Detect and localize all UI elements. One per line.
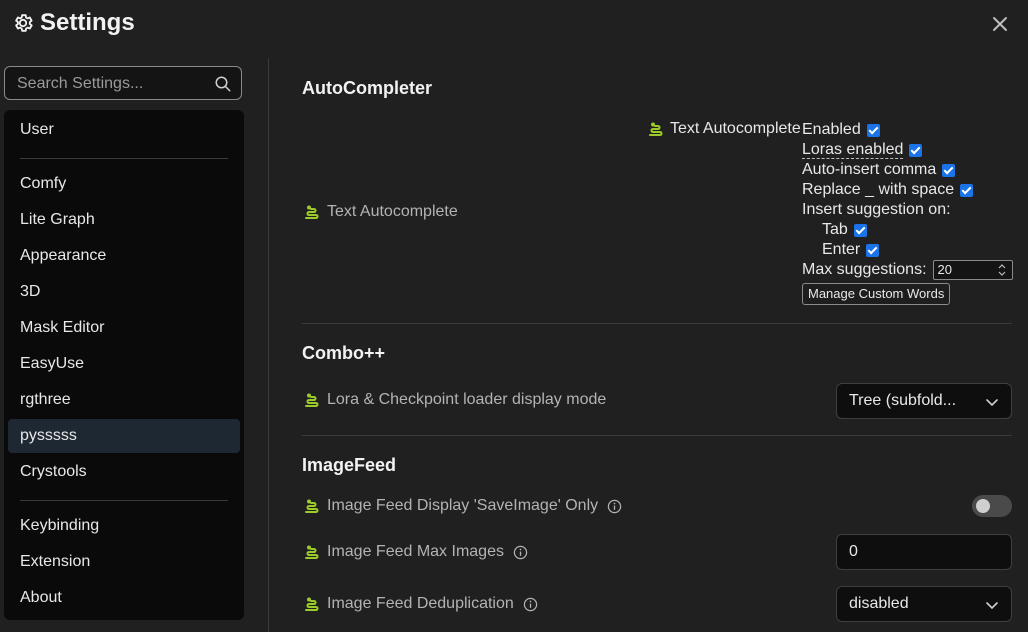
snake-icon: [305, 597, 319, 611]
sidebar-item-about[interactable]: About: [8, 581, 240, 615]
enter-checkbox[interactable]: [866, 243, 880, 257]
auto-insert-comma-option: Auto-insert comma: [802, 160, 1013, 180]
search-input[interactable]: [5, 67, 219, 101]
snake-icon: [305, 545, 319, 559]
deduplication-value: disabled: [849, 595, 909, 612]
display-saveimage-toggle[interactable]: [972, 495, 1012, 517]
enter-label: Enter: [822, 241, 861, 258]
autocomplete-panel-heading: Text Autocomplete: [646, 120, 801, 138]
snake-icon: [305, 499, 319, 513]
setting-row-label: Image Feed Display 'SaveImage' Only: [302, 497, 622, 515]
snake-icon: [649, 122, 663, 136]
replace-underscore-option: Replace _ with space: [802, 180, 1013, 200]
insert-suggestion-heading: Insert suggestion on:: [802, 200, 1013, 220]
chevron-down-icon: [986, 602, 998, 610]
snake-icon: [305, 393, 319, 407]
sidebar-item-comfy[interactable]: Comfy: [8, 167, 240, 201]
enabled-label: Enabled: [802, 121, 861, 138]
sidebar-item-keybinding[interactable]: Keybinding: [8, 509, 240, 543]
auto-insert-comma-label: Auto-insert comma: [802, 161, 937, 178]
sidebar-nav: User Comfy Lite Graph Appearance 3D Mask…: [4, 110, 244, 620]
insert-on-tab-option: Tab: [802, 220, 1013, 240]
setting-row-label: Image Feed Deduplication: [302, 595, 538, 613]
loras-enabled-checkbox[interactable]: [909, 143, 923, 157]
sidebar-item-3d[interactable]: 3D: [8, 275, 240, 309]
max-images-input[interactable]: 0: [836, 534, 1012, 570]
display-saveimage-label: Image Feed Display 'SaveImage' Only: [327, 497, 599, 514]
enabled-option: Enabled: [802, 120, 1013, 140]
loader-display-mode-label: Lora & Checkpoint loader display mode: [327, 391, 607, 408]
chevron-down-icon: [986, 399, 998, 407]
section-divider: [302, 323, 1012, 324]
max-suggestions-input[interactable]: 20: [932, 260, 1013, 280]
spinner-icon[interactable]: [998, 264, 1006, 276]
info-icon[interactable]: [607, 499, 622, 514]
max-images-value: 0: [849, 543, 858, 560]
setting-row-label: Text Autocomplete: [302, 203, 458, 221]
sidebar-item-lite-graph[interactable]: Lite Graph: [8, 203, 240, 237]
search-box: [4, 66, 242, 101]
loras-enabled-option: Loras enabled: [802, 140, 1013, 160]
tab-label: Tab: [822, 221, 848, 238]
max-suggestions-option: Max suggestions: 20: [802, 260, 1013, 280]
max-suggestions-label: Max suggestions:: [802, 261, 927, 278]
replace-underscore-checkbox[interactable]: [960, 183, 974, 197]
setting-row-label: Image Feed Max Images: [302, 543, 528, 561]
nav-divider: [20, 500, 228, 501]
max-images-label: Image Feed Max Images: [327, 543, 504, 560]
sidebar-item-mask-editor[interactable]: Mask Editor: [8, 311, 240, 345]
toggle-knob: [976, 499, 990, 513]
autocomplete-heading-text: Text Autocomplete: [670, 120, 801, 137]
display-mode-select[interactable]: Tree (subfold...: [836, 383, 1012, 419]
max-suggestions-value: 20: [937, 262, 952, 277]
panel-divider: [268, 58, 269, 632]
dialog-title: Settings: [12, 9, 135, 37]
info-icon[interactable]: [523, 597, 538, 612]
insert-on-enter-option: Enter: [802, 240, 1013, 260]
section-divider: [302, 435, 1012, 436]
insert-on-label: Insert suggestion on:: [802, 201, 951, 218]
sidebar-item-pysssss[interactable]: pysssss: [8, 419, 240, 453]
auto-insert-comma-checkbox[interactable]: [942, 163, 956, 177]
manage-row: Manage Custom Words: [802, 280, 1013, 305]
tab-checkbox[interactable]: [853, 223, 867, 237]
sidebar-item-easyuse[interactable]: EasyUse: [8, 347, 240, 381]
replace-underscore-label: Replace _ with space: [802, 181, 955, 198]
search-icon[interactable]: [214, 75, 232, 93]
enabled-checkbox[interactable]: [866, 123, 880, 137]
sidebar-item-user[interactable]: User: [8, 113, 240, 147]
loras-enabled-label: Loras enabled: [802, 140, 904, 159]
close-icon[interactable]: [988, 12, 1012, 36]
gear-icon: [15, 14, 33, 32]
manage-custom-words-button[interactable]: Manage Custom Words: [802, 283, 951, 305]
info-icon[interactable]: [513, 545, 528, 560]
sidebar-item-rgthree[interactable]: rgthree: [8, 383, 240, 417]
section-title-autocompleter: AutoCompleter: [302, 78, 432, 98]
sidebar-item-crystools[interactable]: Crystools: [8, 455, 240, 489]
dialog-header: Settings: [0, 0, 1028, 48]
settings-sidebar: User Comfy Lite Graph Appearance 3D Mask…: [0, 58, 268, 632]
snake-icon: [305, 205, 319, 219]
sidebar-item-appearance[interactable]: Appearance: [8, 239, 240, 273]
section-title-combo: Combo++: [302, 343, 386, 363]
nav-divider: [20, 158, 228, 159]
page-title: Settings: [40, 9, 135, 36]
display-mode-value: Tree (subfold...: [849, 392, 957, 409]
deduplication-select[interactable]: disabled: [836, 586, 1012, 622]
deduplication-label: Image Feed Deduplication: [327, 595, 514, 612]
sidebar-item-extension[interactable]: Extension: [8, 545, 240, 579]
text-autocomplete-label: Text Autocomplete: [327, 203, 458, 220]
section-title-imagefeed: ImageFeed: [302, 455, 397, 475]
autocomplete-options: Enabled Loras enabled Auto-insert comma …: [802, 120, 1013, 305]
setting-row-label: Lora & Checkpoint loader display mode: [302, 391, 606, 409]
